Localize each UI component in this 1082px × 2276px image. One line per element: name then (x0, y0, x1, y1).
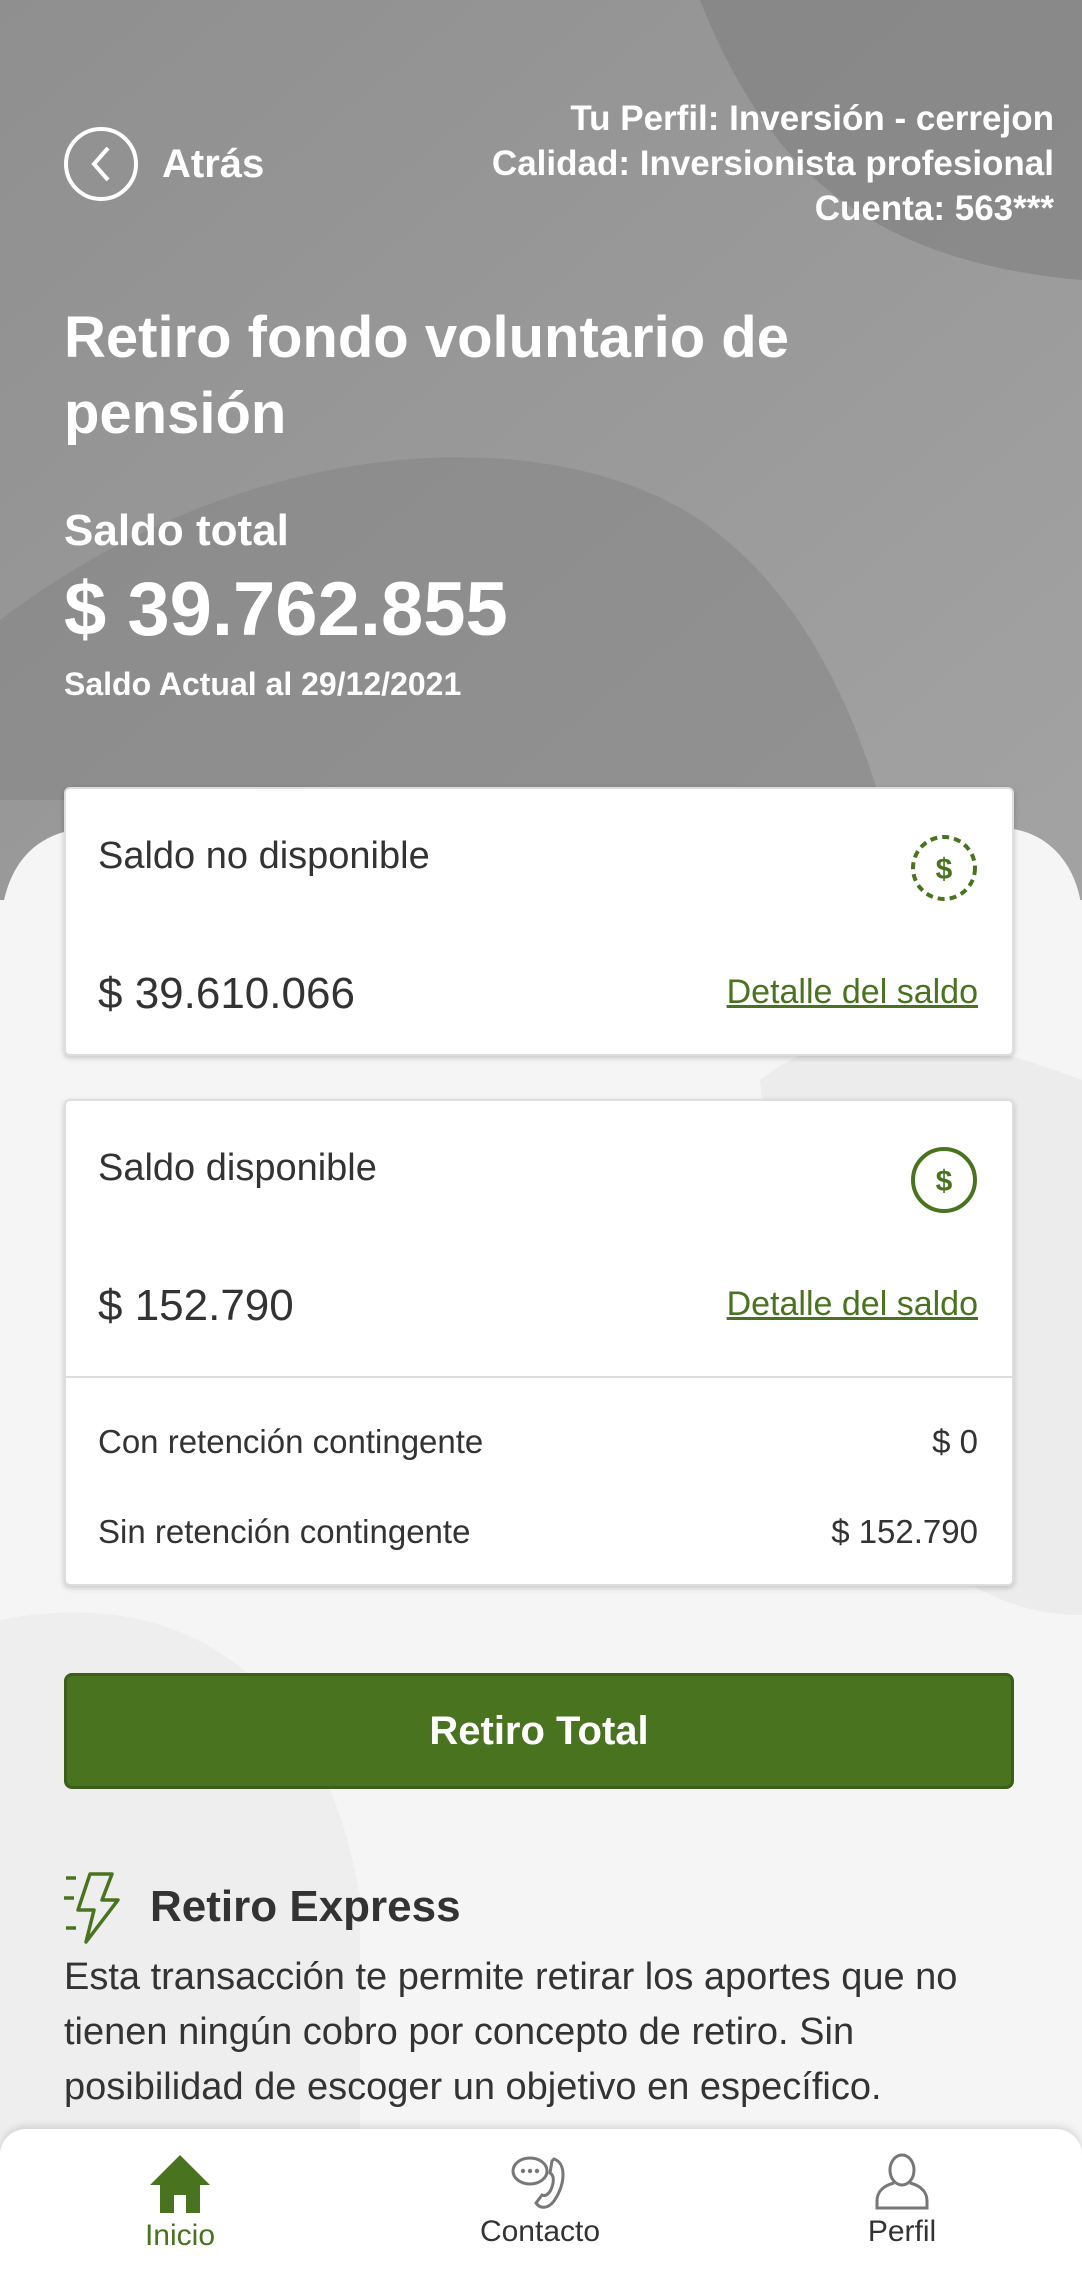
balance-detail-link[interactable]: Detalle del saldo (727, 1285, 978, 1324)
balance-date: Saldo Actual al 29/12/2021 (64, 666, 462, 702)
card-label: Saldo disponible (98, 1147, 377, 1189)
card-amount: $ 39.610.066 (98, 969, 355, 1018)
retention-row: Sin retención contingente $ 152.790 (98, 1513, 978, 1551)
back-label: Atrás (162, 141, 265, 186)
row-label: Con retención contingente (98, 1423, 484, 1460)
nav-item-inicio[interactable]: Inicio (30, 2129, 330, 2276)
user-icon (875, 2153, 929, 2210)
svg-text:$: $ (936, 1165, 953, 1198)
unavailable-balance-card: Saldo no disponible $ $ 39.610.066 Detal… (64, 787, 1014, 1056)
svg-text:$: $ (936, 853, 953, 886)
divider (66, 1376, 1012, 1378)
total-withdrawal-button[interactable]: Retiro Total (64, 1673, 1014, 1789)
back-button[interactable]: Atrás (64, 127, 264, 201)
nav-label: Inicio (144, 2219, 216, 2252)
profile-info: Tu Perfil: Inversión - cerrejon Calidad:… (492, 96, 1054, 231)
card-label: Saldo no disponible (98, 835, 430, 877)
total-balance-amount: $ 39.762.855 (64, 567, 508, 652)
home-icon (150, 2155, 210, 2213)
row-value: $ 152.790 (831, 1513, 978, 1550)
row-label: Sin retención contingente (98, 1513, 471, 1550)
retention-row: Con retención contingente $ 0 (98, 1423, 978, 1461)
nav-item-perfil[interactable]: Perfil (752, 2129, 1052, 2276)
phone-chat-icon (511, 2156, 565, 2209)
quality-line: Calidad: Inversionista profesional (491, 144, 1054, 183)
nav-item-contacto[interactable]: Contacto (390, 2129, 690, 2276)
account-line: Cuenta: 563*** (814, 189, 1054, 228)
nav-label: Perfil (867, 2215, 937, 2248)
dollar-circle-icon: $ (911, 1147, 977, 1213)
total-balance-label: Saldo total (64, 506, 289, 555)
chevron-left-icon (64, 127, 138, 201)
nav-label: Contacto (479, 2215, 601, 2248)
row-value: $ 0 (932, 1423, 978, 1460)
lightning-icon (64, 1872, 120, 1944)
page-title: Retiro fondo voluntario de pensión (64, 305, 789, 446)
available-balance-card: Saldo disponible $ $ 152.790 Detalle del… (64, 1099, 1014, 1586)
profile-line: Tu Perfil: Inversión - cerrejon (570, 99, 1054, 138)
bottom-nav: Inicio Contacto Perfil (0, 2129, 1082, 2276)
express-title: Retiro Express (150, 1882, 461, 1931)
balance-detail-link[interactable]: Detalle del saldo (727, 973, 978, 1012)
card-amount: $ 152.790 (98, 1281, 294, 1330)
express-description: Esta transacción te permite retirar los … (64, 1956, 958, 2108)
dollar-dashed-circle-icon: $ (911, 835, 977, 901)
